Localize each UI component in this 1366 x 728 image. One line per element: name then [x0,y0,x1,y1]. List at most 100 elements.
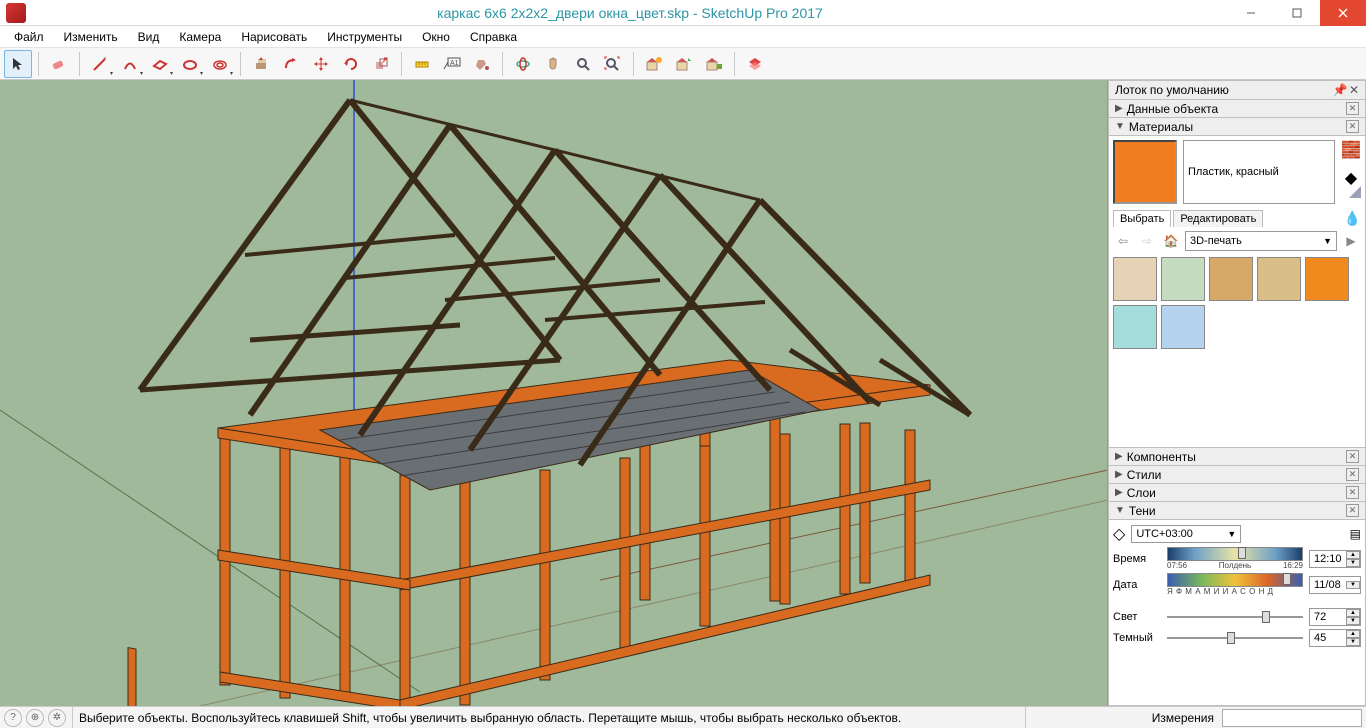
tray-title-label: Лоток по умолчанию [1115,83,1229,97]
panel-shadows[interactable]: ▼Тени ✕ [1108,502,1366,520]
details-icon[interactable]: ▶ [1341,232,1361,250]
panel-styles[interactable]: ▶Стили ✕ [1108,466,1366,484]
tool-tape[interactable] [408,50,436,78]
menu-edit[interactable]: Изменить [54,28,128,46]
menu-bar: Файл Изменить Вид Камера Нарисовать Инст… [0,26,1366,48]
pin-icon[interactable]: 📌 [1335,85,1345,95]
create-material-icon[interactable]: 🧱 [1341,140,1361,160]
tool-pushpull[interactable] [247,50,275,78]
tray-titlebar[interactable]: Лоток по умолчанию 📌 ✕ [1108,80,1366,100]
dark-label: Темный [1113,632,1161,644]
menu-draw[interactable]: Нарисовать [231,28,317,46]
shadow-details-icon[interactable]: ▤ [1350,527,1361,541]
set-default-icon[interactable]: ◆ [1345,168,1357,188]
material-name-input[interactable] [1183,140,1335,204]
light-input[interactable]: 72▲▼ [1309,608,1361,626]
panel-close-icon[interactable]: ✕ [1346,102,1359,115]
tool-zoom[interactable] [569,50,597,78]
svg-text:A1: A1 [450,60,459,67]
shadow-toggle-icon[interactable]: ◇ [1113,524,1125,544]
tool-rotate[interactable] [337,50,365,78]
time-input[interactable]: 12:10▲▼ [1309,550,1361,568]
tool-scale[interactable] [367,50,395,78]
tool-offset[interactable] [277,50,305,78]
material-category-select[interactable]: 3D-печать▼ [1185,231,1337,251]
menu-view[interactable]: Вид [128,28,170,46]
title-bar: каркас 6x6 2x2x2_двери окна_цвет.skp - S… [0,0,1366,26]
material-swatch[interactable] [1257,257,1301,301]
panel-entity-info[interactable]: ▶Данные объекта ✕ [1108,100,1366,118]
panel-close-icon[interactable]: ✕ [1346,468,1359,481]
tool-rectangle[interactable]: ▾ [146,50,174,78]
material-swatch[interactable] [1305,257,1349,301]
panel-components[interactable]: ▶Компоненты ✕ [1108,448,1366,466]
viewport-3d[interactable] [0,80,1108,706]
date-label: Дата [1113,579,1161,591]
timezone-select[interactable]: UTC+03:00▼ [1131,525,1241,543]
tool-zoom-extents[interactable] [599,50,627,78]
tool-paint[interactable] [468,50,496,78]
tool-select[interactable] [4,50,32,78]
back-face-swatch[interactable] [1349,186,1361,198]
tool-eraser[interactable] [45,50,73,78]
tool-circle[interactable]: ▾ [176,50,204,78]
status-bar: ? ⊕ ✲ Выберите объекты. Воспользуйтесь к… [0,706,1366,728]
materials-panel-body: 🧱 ◆ Выбрать Редактировать 💧 ⇦ ⇨ 🏠 3D-печ… [1108,136,1366,448]
maximize-button[interactable] [1274,0,1320,26]
window-title: каркас 6x6 2x2x2_двери окна_цвет.skp - S… [32,5,1228,21]
shadows-panel-body: ◇ UTC+03:00▼ ▤ Время 07:56Полдень16:29 1… [1108,520,1366,706]
measurements-label: Измерения [1152,711,1218,725]
menu-camera[interactable]: Камера [169,28,231,46]
tool-warehouse-get[interactable] [640,50,668,78]
menu-file[interactable]: Файл [4,28,54,46]
date-input[interactable]: 11/08▼ [1309,576,1361,594]
nav-back-icon[interactable]: ⇦ [1113,232,1133,250]
help-icon[interactable]: ? [4,709,22,727]
measurements-input[interactable] [1222,709,1362,727]
panel-materials[interactable]: ▼Материалы ✕ [1108,118,1366,136]
material-swatch[interactable] [1113,305,1157,349]
tool-ext-warehouse[interactable] [700,50,728,78]
menu-tools[interactable]: Инструменты [317,28,412,46]
home-icon[interactable]: 🏠 [1161,232,1181,250]
dark-slider[interactable] [1167,630,1303,646]
tool-arc[interactable]: ▾ [116,50,144,78]
date-slider[interactable] [1167,573,1303,587]
app-icon [6,3,26,23]
tool-move[interactable] [307,50,335,78]
tray-close-icon[interactable]: ✕ [1349,85,1359,95]
panel-layers[interactable]: ▶Слои ✕ [1108,484,1366,502]
tool-text[interactable]: A1 [438,50,466,78]
current-material-swatch[interactable] [1113,140,1177,204]
tool-warehouse-share[interactable] [670,50,698,78]
menu-window[interactable]: Окно [412,28,460,46]
tool-line[interactable]: ▾ [86,50,114,78]
panel-close-icon[interactable]: ✕ [1346,120,1359,133]
tool-layout[interactable] [741,50,769,78]
nav-fwd-icon[interactable]: ⇨ [1137,232,1157,250]
materials-tab-edit[interactable]: Редактировать [1173,210,1263,227]
default-tray: Лоток по умолчанию 📌✕ ▶Данные объекта ✕ … [1108,80,1366,706]
materials-tab-select[interactable]: Выбрать [1113,210,1171,227]
tool-polygon[interactable]: ▾ [206,50,234,78]
dark-input[interactable]: 45▲▼ [1309,629,1361,647]
light-slider[interactable] [1167,609,1303,625]
menu-help[interactable]: Справка [460,28,527,46]
eyedropper-icon[interactable]: 💧 [1344,210,1361,227]
time-label: Время [1113,553,1161,565]
material-swatch[interactable] [1113,257,1157,301]
panel-close-icon[interactable]: ✕ [1346,504,1359,517]
material-swatch[interactable] [1161,257,1205,301]
material-swatch[interactable] [1161,305,1205,349]
credits-icon[interactable]: ✲ [48,709,66,727]
time-slider[interactable] [1167,547,1303,561]
close-button[interactable] [1320,0,1366,26]
tool-orbit[interactable] [509,50,537,78]
panel-close-icon[interactable]: ✕ [1346,450,1359,463]
geo-icon[interactable]: ⊕ [26,709,44,727]
minimize-button[interactable] [1228,0,1274,26]
material-swatch[interactable] [1209,257,1253,301]
status-hint: Выберите объекты. Воспользуйтесь клавише… [79,711,901,725]
tool-pan[interactable] [539,50,567,78]
panel-close-icon[interactable]: ✕ [1346,486,1359,499]
